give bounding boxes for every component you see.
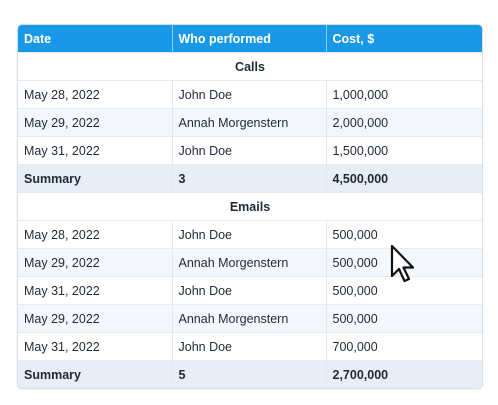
table-row[interactable]: May 31, 2022 John Doe 1,500,000 [18,136,482,165]
summary-row: Summary 5 2,700,000 [18,360,482,388]
column-header-who-performed[interactable]: Who performed [172,25,327,53]
column-header-cost[interactable]: Cost, $ [326,25,482,53]
summary-label: Summary [18,164,173,193]
section-title: Calls [18,52,482,81]
cell-date: May 29, 2022 [18,304,173,333]
table-row[interactable]: May 29, 2022 Annah Morgenstern 500,000 [18,304,482,333]
cell-who-performed: Annah Morgenstern [172,248,327,277]
section-header-row: Calls [18,52,482,81]
summary-count: 3 [172,164,327,193]
table-row[interactable]: May 29, 2022 Annah Morgenstern 2,000,000 [18,108,482,137]
cell-date: May 31, 2022 [18,136,173,165]
mouse-pointer-icon [390,244,415,283]
data-table-card: Date Who performed Cost, $ Calls May 28,… [17,24,483,389]
cell-who-performed: John Doe [172,220,327,249]
cell-cost: 1,500,000 [326,136,482,165]
cell-date: May 31, 2022 [18,276,173,305]
summary-label: Summary [18,360,173,388]
table-header-row: Date Who performed Cost, $ [18,25,482,53]
summary-total-cost: 4,500,000 [326,164,482,193]
cell-cost: 500,000 [326,304,482,333]
cell-date: May 31, 2022 [18,332,173,361]
data-table: Date Who performed Cost, $ Calls May 28,… [18,25,482,388]
section-title: Emails [18,192,482,221]
cell-cost: 2,000,000 [326,108,482,137]
table-row[interactable]: May 28, 2022 John Doe 1,000,000 [18,80,482,109]
cell-date: May 28, 2022 [18,80,173,109]
cell-who-performed: John Doe [172,276,327,305]
cell-who-performed: John Doe [172,80,327,109]
table-row[interactable]: May 31, 2022 John Doe 700,000 [18,332,482,361]
cell-who-performed: Annah Morgenstern [172,304,327,333]
column-header-date[interactable]: Date [18,25,173,53]
cell-who-performed: Annah Morgenstern [172,108,327,137]
section-header-row: Emails [18,192,482,221]
cell-date: May 29, 2022 [18,108,173,137]
cell-date: May 28, 2022 [18,220,173,249]
summary-count: 5 [172,360,327,388]
summary-row: Summary 3 4,500,000 [18,164,482,193]
cell-date: May 29, 2022 [18,248,173,277]
cell-who-performed: John Doe [172,136,327,165]
summary-total-cost: 2,700,000 [326,360,482,388]
cell-who-performed: John Doe [172,332,327,361]
cell-cost: 700,000 [326,332,482,361]
cell-cost: 1,000,000 [326,80,482,109]
